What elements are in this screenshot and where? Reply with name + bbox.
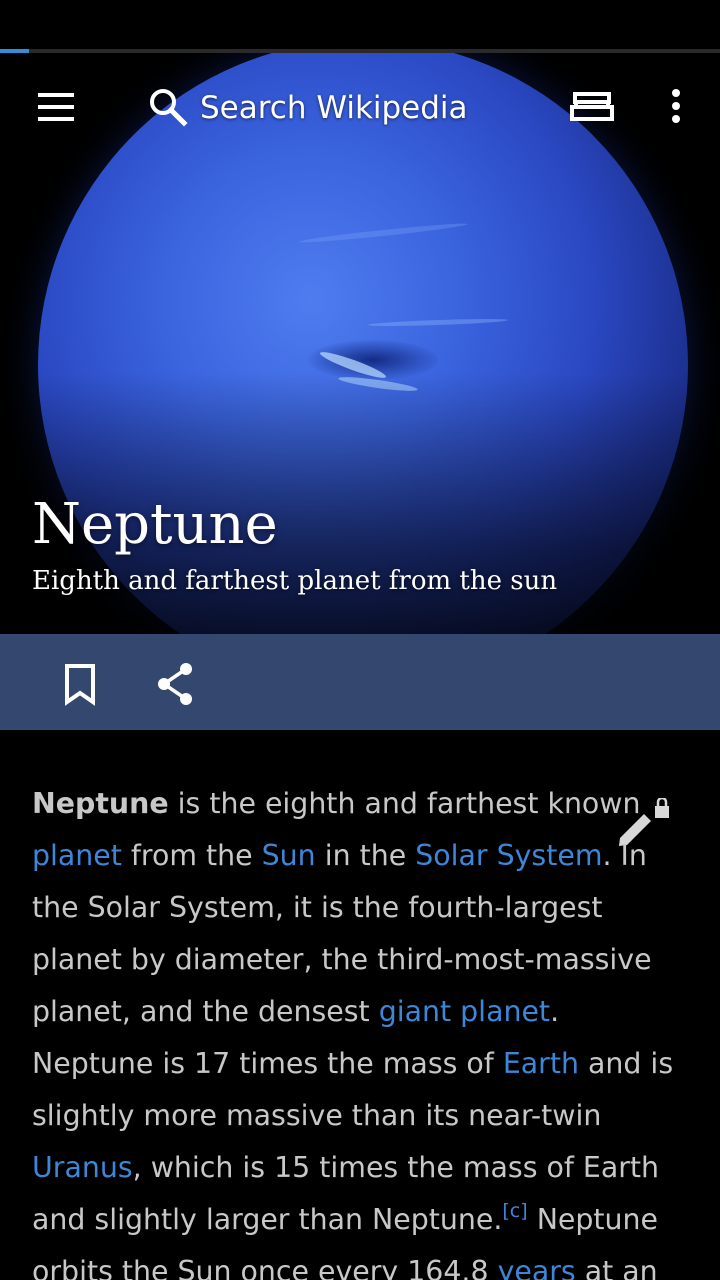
overflow-menu-icon[interactable] bbox=[664, 85, 688, 129]
lead-text: from the bbox=[121, 839, 262, 872]
link-solar-system[interactable]: Solar System bbox=[415, 839, 602, 872]
search-icon bbox=[150, 89, 188, 127]
status-bar bbox=[0, 0, 720, 50]
link-uranus[interactable]: Uranus bbox=[32, 1151, 133, 1184]
lead-paragraph: Neptune is the eighth and farthest known… bbox=[32, 778, 682, 1280]
article-action-bar bbox=[0, 634, 720, 730]
reading-lists-icon[interactable] bbox=[568, 87, 616, 127]
link-sun[interactable]: Sun bbox=[262, 839, 316, 872]
bookmark-icon[interactable] bbox=[56, 660, 104, 708]
hamburger-menu-icon[interactable] bbox=[36, 93, 76, 123]
lead-text: in the bbox=[315, 839, 416, 872]
link-years[interactable]: years bbox=[498, 1255, 576, 1280]
article-content: Neptune is the eighth and farthest known… bbox=[0, 730, 720, 1280]
page-description: Eighth and farthest planet from the sun bbox=[32, 566, 558, 596]
lead-text: is the eighth and farthest known bbox=[168, 787, 641, 820]
footnote-link[interactable]: [c] bbox=[502, 1200, 527, 1222]
lead-text: at an bbox=[575, 1255, 658, 1280]
share-icon[interactable] bbox=[152, 660, 200, 708]
link-earth[interactable]: Earth bbox=[503, 1047, 579, 1080]
top-toolbar: Search Wikipedia bbox=[0, 55, 720, 159]
page-title: Neptune bbox=[32, 492, 278, 557]
link-giant-planet[interactable]: giant planet bbox=[379, 995, 550, 1028]
link-planet[interactable]: planet bbox=[32, 839, 122, 872]
lead-bold-title: Neptune bbox=[32, 787, 169, 820]
search-input-placeholder[interactable]: Search Wikipedia bbox=[200, 83, 468, 133]
search-bar[interactable]: Search Wikipedia bbox=[148, 83, 508, 133]
